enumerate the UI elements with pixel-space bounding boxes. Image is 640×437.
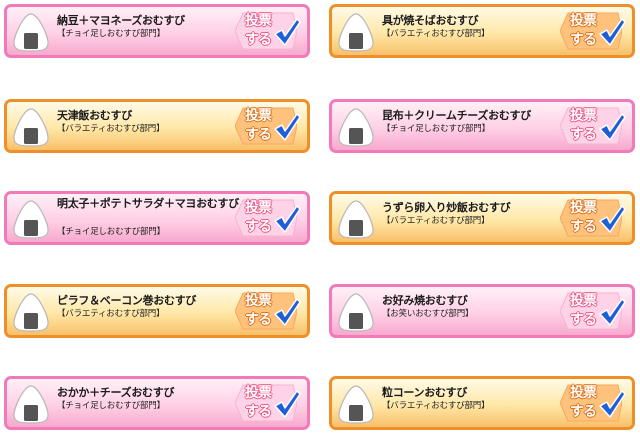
vote-card-7[interactable]: ピラフ＆ベーコン巻おむすび 【バラエティおむすび部門】 投票 する: [4, 284, 310, 338]
onigiri-icon: [338, 385, 374, 424]
vote-label-top: 投票: [570, 293, 597, 309]
vote-label-top: 投票: [570, 108, 597, 124]
vote-card-10[interactable]: 粒コーンおむすび 【バラエティおむすび部門】 投票 する: [329, 376, 635, 430]
item-category: 【チョイ足しおむすび部門】: [57, 29, 165, 39]
item-category: 【バラエティおむすび部門】: [382, 29, 490, 39]
onigiri-icon: [13, 385, 49, 424]
onigiri-icon: [338, 13, 374, 52]
item-title: うずら卵入り炒飯おむすび: [382, 201, 511, 214]
vote-button[interactable]: 投票 する: [558, 9, 630, 53]
vote-card-2[interactable]: 具が焼そばおむすび 【バラエティおむすび部門】 投票 する: [329, 4, 635, 58]
check-icon: [274, 390, 301, 418]
vote-button[interactable]: 投票 する: [233, 104, 305, 148]
vote-button[interactable]: 投票 する: [233, 196, 305, 240]
vote-label-top: 投票: [570, 13, 597, 29]
item-category: 【バラエティおむすび部門】: [57, 124, 165, 134]
onigiri-icon: [13, 200, 49, 239]
vote-card-6[interactable]: うずら卵入り炒飯おむすび 【バラエティおむすび部門】 投票 する: [329, 191, 635, 245]
check-icon: [599, 18, 626, 46]
check-icon: [274, 113, 301, 141]
vote-label-bottom: する: [245, 404, 272, 420]
vote-card-9[interactable]: おかか＋チーズおむすび 【チョイ足しおむすび部門】 投票 する: [4, 376, 310, 430]
onigiri-icon: [338, 108, 374, 147]
item-title: 納豆＋マヨネーズおむすび: [57, 14, 185, 27]
vote-label-bottom: する: [245, 127, 272, 143]
vote-label-top: 投票: [570, 200, 597, 216]
check-icon: [599, 113, 626, 141]
onigiri-icon: [13, 13, 49, 52]
item-title: 粒コーンおむすび: [382, 386, 468, 399]
vote-card-8[interactable]: お好み焼おむすび 【お笑いおむすび部門】 投票 する: [329, 284, 635, 338]
vote-label-top: 投票: [570, 385, 597, 401]
check-icon: [274, 298, 301, 326]
vote-card-4[interactable]: 昆布＋クリームチーズおむすび 【チョイ足しおむすび部門】 投票 する: [329, 99, 635, 153]
item-title: 昆布＋クリームチーズおむすび: [382, 109, 531, 122]
vote-button[interactable]: 投票 する: [233, 289, 305, 333]
check-icon: [599, 298, 626, 326]
item-title: 具が焼そばおむすび: [382, 14, 479, 27]
vote-button[interactable]: 投票 する: [233, 9, 305, 53]
item-category: 【バラエティおむすび部門】: [382, 216, 490, 226]
check-icon: [599, 390, 626, 418]
item-category: 【チョイ足しおむすび部門】: [57, 401, 165, 411]
item-category: 【お笑いおむすび部門】: [382, 309, 474, 319]
vote-button[interactable]: 投票 する: [233, 381, 305, 425]
onigiri-icon: [338, 293, 374, 332]
vote-label-bottom: する: [570, 404, 597, 420]
item-category: 【バラエティおむすび部門】: [57, 309, 165, 319]
vote-label-top: 投票: [245, 200, 272, 216]
vote-label-top: 投票: [245, 108, 272, 124]
check-icon: [599, 205, 626, 233]
item-title: お好み焼おむすび: [382, 294, 468, 307]
item-category: 【バラエティおむすび部門】: [382, 401, 490, 411]
vote-label-bottom: する: [245, 312, 272, 328]
item-title: おかか＋チーズおむすび: [57, 386, 175, 399]
vote-label-top: 投票: [245, 385, 272, 401]
onigiri-icon: [338, 200, 374, 239]
onigiri-icon: [13, 108, 49, 147]
vote-label-top: 投票: [245, 293, 272, 309]
vote-button[interactable]: 投票 する: [558, 289, 630, 333]
vote-button[interactable]: 投票 する: [558, 104, 630, 148]
vote-label-bottom: する: [570, 32, 597, 48]
item-category: 【チョイ足しおむすび部門】: [57, 227, 165, 237]
item-title: 天津飯おむすび: [57, 109, 132, 122]
vote-label-bottom: する: [570, 127, 597, 143]
check-icon: [274, 205, 301, 233]
onigiri-icon: [13, 293, 49, 332]
vote-label-top: 投票: [245, 13, 272, 29]
item-title: ピラフ＆ベーコン巻おむすび: [57, 294, 197, 307]
vote-button[interactable]: 投票 する: [558, 196, 630, 240]
vote-label-bottom: する: [570, 312, 597, 328]
vote-card-5[interactable]: 明太子＋ポテトサラダ＋マヨおむすび 【チョイ足しおむすび部門】 投票 する: [4, 191, 310, 245]
vote-button[interactable]: 投票 する: [558, 381, 630, 425]
vote-label-bottom: する: [570, 219, 597, 235]
check-icon: [274, 18, 301, 46]
vote-label-bottom: する: [245, 219, 272, 235]
item-category: 【チョイ足しおむすび部門】: [382, 124, 490, 134]
item-title: 明太子＋ポテトサラダ＋マヨおむすび: [57, 197, 239, 210]
vote-label-bottom: する: [245, 32, 272, 48]
vote-card-3[interactable]: 天津飯おむすび 【バラエティおむすび部門】 投票 する: [4, 99, 310, 153]
vote-card-1[interactable]: 納豆＋マヨネーズおむすび 【チョイ足しおむすび部門】 投票 する: [4, 4, 310, 58]
